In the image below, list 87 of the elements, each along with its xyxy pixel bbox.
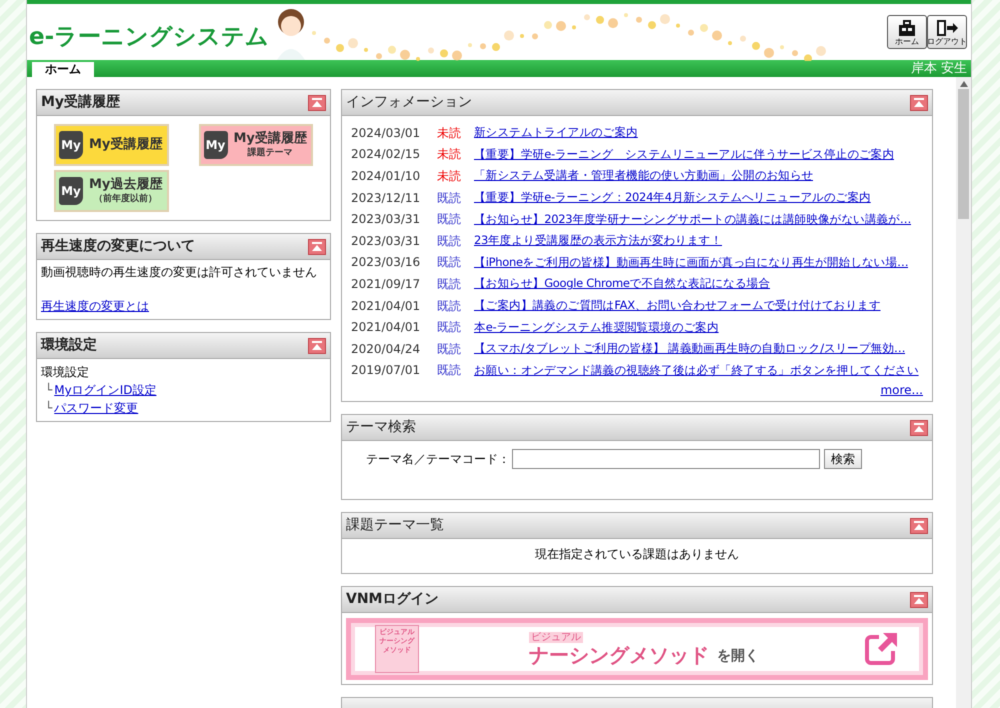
info-date: 2023/12/11 [351, 190, 422, 207]
info-link[interactable]: 【重要】学研e-ラーニング：2024年4月新システムへリニューアルのご案内 [474, 188, 871, 206]
read-status: 既読 [437, 232, 462, 250]
info-date: 2024/01/10 [351, 168, 422, 185]
collapse-icon [311, 98, 323, 108]
collapse-icon [913, 594, 925, 605]
panel-title: My受講履歴 [41, 93, 120, 112]
search-label: テーマ名／テーマコード： [366, 451, 510, 468]
info-date: 2020/04/24 [351, 340, 422, 358]
collapse-button[interactable] [910, 592, 928, 608]
more-link[interactable]: more... [880, 381, 923, 400]
read-status: 既読 [437, 276, 462, 293]
read-status: 既読 [437, 211, 462, 228]
info-link[interactable]: 【スマホ/タブレットご利用の皆様】 講義動画再生時の自動ロック/スリープ無効… [474, 340, 906, 358]
info-link[interactable]: 【お知らせ】2023年度学研ナーシングサポートの講義には講師映像がない講義が… [474, 210, 912, 228]
panel-title: 再生速度の変更について [41, 236, 195, 256]
logo[interactable]: e-ラーニングシステム [29, 20, 270, 54]
collapse-icon [913, 422, 925, 433]
read-status: 既読 [437, 254, 462, 272]
read-status: 既読 [437, 190, 462, 207]
read-status: 未読 [437, 146, 462, 164]
header-button[interactable]: ホーム [887, 15, 927, 49]
scrollbar[interactable] [956, 77, 971, 708]
info-link[interactable]: 【お知らせ】Google Chromeで不自然な表記になる場合 [474, 275, 770, 293]
brand-name: ナーシングメソッド [529, 642, 709, 667]
collapse-button[interactable] [308, 238, 326, 254]
info-link[interactable]: 【重要】学研e-ラーニング システムリニューアルに伴うサービス停止のご案内 [474, 146, 894, 164]
panel-title: 課題テーマ一覧 [346, 516, 444, 536]
user-name: 岸本 安生 [910, 60, 968, 77]
info-link[interactable]: 新システムトライアルのご案内 [474, 124, 638, 142]
read-status: 既読 [437, 340, 462, 358]
history-button[interactable]: My My受講履歴 [54, 124, 168, 166]
building-icon [897, 18, 917, 36]
info-link[interactable]: 「新システム受講者・管理者機能の使い方動画」公開のお知らせ [474, 167, 814, 185]
panel-title: 環境設定 [41, 336, 97, 355]
info-date: 2021/09/17 [351, 276, 422, 293]
info-link[interactable]: 【ご案内】講義のご質問はFAX、お問い合わせフォームで受け付けております [474, 296, 881, 314]
collapse-button[interactable] [308, 338, 326, 354]
collapse-button[interactable] [910, 518, 928, 534]
info-date: 2023/03/16 [351, 254, 422, 272]
info-link[interactable]: 本e-ラーニングシステム推奨閲覧環境のご案内 [474, 318, 719, 336]
read-status: 既読 [437, 362, 462, 380]
settings-label: 環境設定 [41, 364, 90, 381]
search-field[interactable] [512, 449, 820, 470]
collapse-button[interactable] [910, 94, 928, 110]
tree-branch: └ [45, 400, 52, 417]
info-date: 2024/03/01 [351, 124, 422, 142]
settings-link[interactable]: MyログインID設定 [54, 381, 156, 399]
my-badge: My [204, 131, 228, 159]
open-label: を開く [717, 646, 759, 666]
info-date: 2019/07/01 [351, 362, 422, 380]
settings-link[interactable]: パスワード変更 [54, 399, 138, 417]
info-date: 2023/03/31 [351, 232, 422, 250]
info-link[interactable]: 【iPhoneをご利用の皆様】動画再生時に画面が真っ白になり再生が開始しない場… [474, 254, 908, 271]
collapse-icon [913, 98, 925, 108]
info-date: 2024/02/15 [351, 146, 422, 164]
collapse-icon [311, 242, 323, 252]
scroll-thumb[interactable] [958, 89, 969, 219]
header-button[interactable]: ログアウト [927, 15, 967, 49]
nav-tab[interactable]: ホーム [32, 62, 94, 77]
collapse-icon [311, 340, 323, 350]
collapse-button[interactable] [910, 420, 928, 436]
panel-title: テーマ検索 [346, 418, 416, 438]
speed-link[interactable]: 再生速度の変更とは [41, 299, 149, 313]
collapse-button[interactable] [308, 94, 326, 110]
info-date: 2023/03/31 [351, 211, 422, 228]
external-link-icon [863, 631, 899, 668]
info-link[interactable]: お願い：オンデマンド講義の視聴終了後は必ず「終了する」ボタンを押してください [474, 362, 919, 379]
empty-message: 現在指定されている課題はありません [534, 546, 740, 564]
door-exit-icon [935, 18, 959, 36]
tree-branch: └ [45, 382, 52, 399]
read-status: 既読 [437, 319, 462, 336]
my-badge: My [59, 177, 83, 205]
scroll-up-icon[interactable] [960, 81, 968, 87]
panel-title: インフォメーション [346, 93, 472, 112]
my-badge: My [59, 131, 83, 159]
speed-notice: 動画視聴時の再生速度の変更は許可されていません [41, 264, 318, 281]
read-status: 未読 [437, 168, 462, 185]
brand-small: ビジュアル [529, 632, 583, 643]
info-date: 2021/04/01 [351, 319, 422, 336]
info-date: 2021/04/01 [351, 298, 422, 315]
panel-title: VNMログイン [346, 590, 438, 610]
search-button[interactable]: 検索 [824, 449, 862, 470]
read-status: 未読 [437, 124, 462, 142]
collapse-icon [913, 520, 925, 531]
info-link[interactable]: 23年度より受講履歴の表示方法が変わります！ [474, 232, 722, 250]
read-status: 既読 [437, 298, 462, 315]
